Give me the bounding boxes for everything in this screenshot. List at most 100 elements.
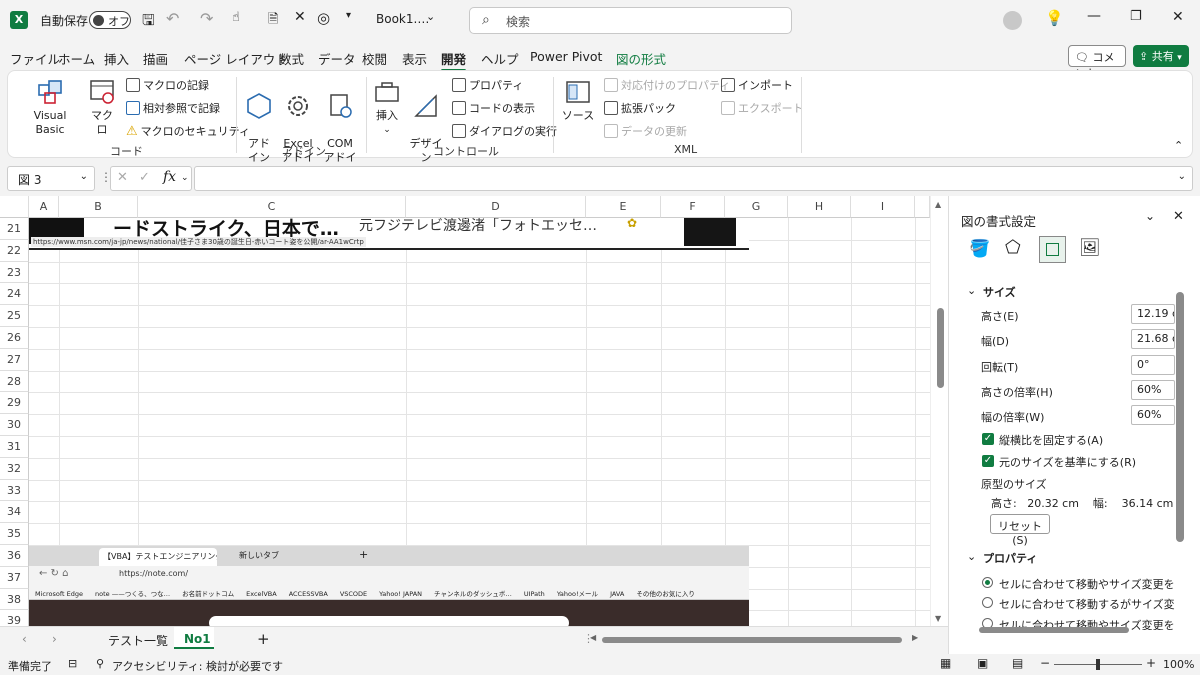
undo-icon[interactable]: ↶ [166, 9, 179, 28]
autosave-toggle[interactable]: オフ [89, 11, 131, 29]
visual-basic-button[interactable]: Visual Basic [18, 77, 82, 137]
zoom-out-icon[interactable]: − [1040, 656, 1050, 670]
zoom-level[interactable]: 100% [1163, 658, 1194, 671]
tab-draw[interactable]: 描画 [143, 49, 168, 68]
tab-home[interactable]: ホーム [58, 49, 95, 68]
relative-original-checkbox[interactable]: ✓ [982, 455, 994, 467]
embedded-picture-news[interactable]: ードストライク、日本で… 元フジテレビ渡邊渚「フォトエッセ… ✿ https:/… [29, 218, 749, 250]
pane-options-icon[interactable]: ⌄ [1145, 209, 1155, 223]
import-button[interactable]: インポート [721, 77, 793, 93]
file-name[interactable]: Book1.… [376, 12, 429, 26]
embedded-picture-browser[interactable]: 【VBA】テストエンジニアリング】エビ 新しいタブ + ← ↻ ⌂ https:… [29, 546, 749, 626]
redo-icon[interactable]: ↷ [200, 9, 213, 28]
cancel-icon[interactable]: ✕ [117, 170, 128, 185]
column-header[interactable]: D [406, 196, 586, 218]
scroll-thumb[interactable] [602, 637, 902, 643]
share-button[interactable]: ⇪ 共有 ▾ [1133, 45, 1189, 67]
picture-icon[interactable]: 🖼 [1079, 238, 1101, 258]
save-icon[interactable]: 🖫 [142, 10, 155, 35]
tab-page-layout[interactable]: ページ レイアウト [184, 49, 288, 68]
row-header[interactable]: 24 [0, 283, 29, 306]
prop-move-size-label[interactable]: セルに合わせて移動やサイズ変更をする(S) [999, 576, 1175, 592]
row-header[interactable]: 37 [0, 566, 29, 589]
insert-control-button[interactable]: 挿入 ⌄ [372, 77, 402, 137]
chevron-down-icon[interactable]: ⌄ [426, 10, 435, 23]
enter-icon[interactable]: ✓ [139, 170, 150, 185]
minimize-icon[interactable]: — [1087, 8, 1101, 24]
prev-sheet-icon[interactable]: ‹ [22, 632, 27, 646]
height-input[interactable]: 12.19 cm [1131, 304, 1175, 324]
lock-aspect-label[interactable]: 縦横比を固定する(A) [999, 432, 1103, 448]
rotation-input[interactable]: 0° [1131, 355, 1175, 375]
avatar[interactable] [1003, 11, 1022, 30]
tab-view[interactable]: 表示 [402, 49, 427, 68]
close-icon[interactable]: ✕ [1172, 9, 1184, 25]
customize-qat-icon[interactable]: ▾ [346, 10, 351, 21]
scroll-thumb[interactable] [937, 308, 944, 388]
close-x-icon[interactable]: ✕ [294, 9, 306, 25]
row-header[interactable]: 31 [0, 436, 29, 458]
insert-function-icon[interactable]: fx [163, 169, 176, 185]
zoom-slider-thumb[interactable] [1096, 659, 1100, 670]
page-layout-view-icon[interactable]: ▣ [977, 656, 988, 670]
row-header[interactable]: 38 [0, 588, 29, 611]
sheet-tab-test-list[interactable]: テスト一覧 [108, 632, 168, 649]
row-header[interactable]: 36 [0, 545, 29, 567]
vertical-scrollbar[interactable]: ▲ ▼ [930, 196, 948, 626]
column-header[interactable]: E [586, 196, 661, 218]
export-button[interactable]: エクスポート [721, 100, 804, 116]
view-code-button[interactable]: コードの表示 [452, 100, 535, 116]
pane-horizontal-scrollbar[interactable] [979, 627, 1129, 633]
column-header[interactable]: F [661, 196, 725, 218]
effects-icon[interactable]: ⬠ [1005, 237, 1021, 258]
next-sheet-icon[interactable]: › [52, 632, 57, 646]
expansion-packs-button[interactable]: 拡張パック [604, 100, 676, 116]
prop-move-only-label[interactable]: セルに合わせて移動するがサイズ変更はしない [999, 596, 1175, 612]
relative-reference-button[interactable]: 相対参照で記録 [126, 100, 220, 116]
row-header[interactable]: 26 [0, 327, 29, 349]
width-input[interactable]: 21.68 cm [1131, 329, 1175, 349]
row-header[interactable]: 30 [0, 414, 29, 436]
scale-width-input[interactable]: 60% [1131, 405, 1175, 425]
macro-security-button[interactable]: ⚠ マクロのセキュリティ [126, 123, 250, 139]
zoom-in-icon[interactable]: + [1146, 656, 1156, 670]
normal-view-icon[interactable]: ▦ [940, 656, 951, 670]
com-addins-button[interactable]: COM アドイン [320, 77, 360, 179]
row-header[interactable]: 23 [0, 261, 29, 284]
comment-button[interactable]: 🗨 コメント [1068, 45, 1126, 80]
xml-source-button[interactable]: ソース [560, 77, 596, 123]
tab-insert[interactable]: 挿入 [104, 49, 129, 68]
horizontal-scrollbar[interactable]: ◀ ▶ [590, 633, 930, 645]
accessibility-icon[interactable]: ⚲ [96, 657, 104, 670]
scale-height-input[interactable]: 60% [1131, 380, 1175, 400]
size-section-title[interactable]: サイズ [983, 284, 1016, 300]
prop-move-only-radio[interactable] [982, 597, 993, 608]
add-sheet-icon[interactable]: + [257, 630, 270, 648]
properties-section-title[interactable]: プロパティ [983, 550, 1037, 566]
row-header[interactable]: 34 [0, 501, 29, 524]
print-preview-icon[interactable]: 🗎 [268, 10, 278, 32]
column-header[interactable]: G [725, 196, 788, 218]
accessibility-status[interactable]: アクセシビリティ: 検討が必要です [112, 658, 283, 674]
prop-move-size-radio[interactable] [982, 577, 993, 588]
tab-review[interactable]: 校閲 [362, 49, 387, 68]
select-all-corner[interactable] [0, 196, 29, 218]
fill-line-icon[interactable]: 🪣 [969, 239, 990, 259]
design-mode-button[interactable]: デザイン モード [406, 77, 446, 179]
row-header[interactable]: 21 [0, 218, 29, 240]
column-header[interactable]: B [59, 196, 138, 218]
page-break-view-icon[interactable]: ▤ [1012, 656, 1023, 670]
row-header[interactable]: 35 [0, 523, 29, 545]
refresh-data-button[interactable]: データの更新 [604, 123, 687, 139]
close-icon[interactable]: ✕ [1173, 209, 1184, 224]
row-header[interactable]: 29 [0, 392, 29, 415]
row-header[interactable]: 25 [0, 305, 29, 327]
row-header[interactable]: 27 [0, 348, 29, 371]
excel-addins-button[interactable]: Excel アドイン [278, 77, 318, 179]
column-header[interactable]: C [138, 196, 406, 218]
formula-input[interactable]: ⌄ [194, 166, 1193, 191]
pane-vertical-scrollbar[interactable] [1176, 292, 1184, 542]
expand-formula-icon[interactable]: ⌄ [1178, 171, 1186, 182]
tab-formulas[interactable]: 数式 [279, 49, 304, 68]
tab-data[interactable]: データ [318, 49, 356, 68]
